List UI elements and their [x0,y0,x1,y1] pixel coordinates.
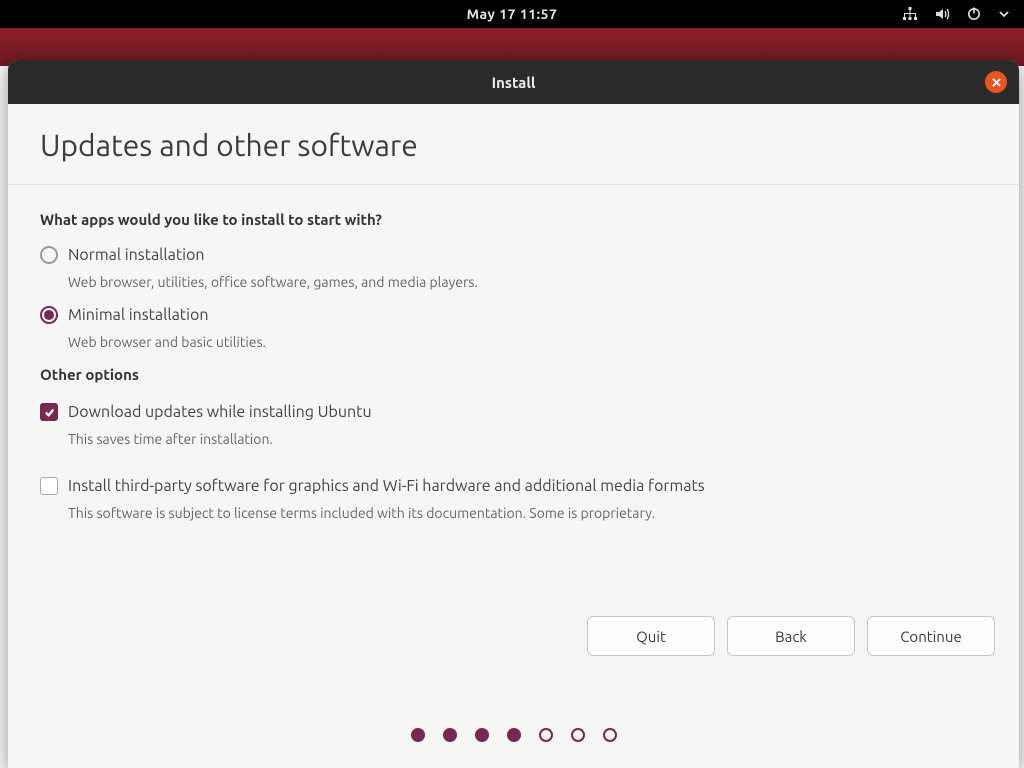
checkbox-icon [40,403,58,421]
radio-normal-installation[interactable]: Normal installation [8,238,1019,268]
continue-button[interactable]: Continue [867,616,995,656]
wizard-progress-dots [8,728,1019,742]
progress-dot [411,728,425,742]
power-icon[interactable] [966,6,982,22]
window-title: Install [492,74,536,91]
other-options-heading: Other options [8,358,1019,395]
progress-dot [443,728,457,742]
page-heading: Updates and other software [8,104,1019,185]
checkbox-label: Install third-party software for graphic… [68,475,705,497]
close-button[interactable] [985,71,1007,93]
progress-dot [571,728,585,742]
checkbox-download-updates-desc: This saves time after installation. [8,425,1019,455]
checkbox-icon [40,477,58,495]
radio-label: Normal installation [68,244,205,266]
radio-normal-desc: Web browser, utilities, office software,… [8,268,1019,298]
window-titlebar: Install [8,60,1019,104]
network-icon[interactable] [902,6,918,22]
system-indicator-area[interactable] [902,0,1010,28]
volume-icon[interactable] [934,6,950,22]
checkbox-download-updates[interactable]: Download updates while installing Ubuntu [8,395,1019,425]
progress-dot [603,728,617,742]
back-button[interactable]: Back [727,616,855,656]
chevron-down-icon[interactable] [998,8,1010,20]
checkbox-label: Download updates while installing Ubuntu [68,401,372,423]
radio-icon [40,246,58,264]
install-type-question: What apps would you like to install to s… [8,185,1019,238]
progress-dot [507,728,521,742]
quit-button[interactable]: Quit [587,616,715,656]
checkbox-third-party[interactable]: Install third-party software for graphic… [8,469,1019,499]
wizard-footer: Quit Back Continue [587,616,995,656]
radio-minimal-desc: Web browser and basic utilities. [8,328,1019,358]
installer-window: Install Updates and other software What … [8,60,1019,768]
progress-dot [539,728,553,742]
progress-dot [475,728,489,742]
checkbox-third-party-desc: This software is subject to license term… [8,499,1019,529]
installer-content: Updates and other software What apps wou… [8,104,1019,768]
radio-label: Minimal installation [68,304,208,326]
radio-icon [40,306,58,324]
radio-minimal-installation[interactable]: Minimal installation [8,298,1019,328]
system-topbar: May 17 11:57 [0,0,1024,28]
close-icon [991,77,1002,88]
topbar-datetime: May 17 11:57 [467,6,558,22]
